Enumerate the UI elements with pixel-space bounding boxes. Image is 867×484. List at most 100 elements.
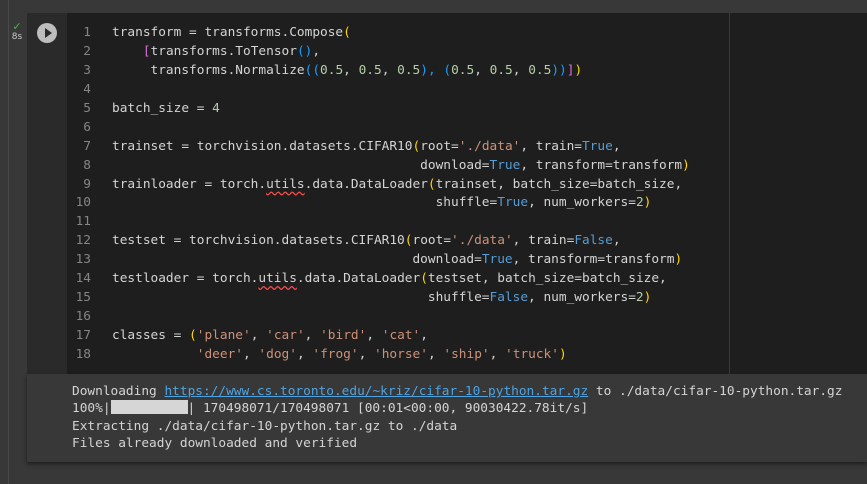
code-token: True (481, 252, 513, 268)
progress-stats: | 170498071/170498071 [00:01<00:00, 9003… (187, 401, 589, 417)
code-token: 0.5 (320, 62, 344, 78)
code-token: , (358, 346, 375, 362)
code-token: , (420, 328, 428, 343)
code-token: , (512, 62, 529, 78)
code-token: 0.5 (451, 62, 475, 78)
output-line-verified: Files already downloaded and verified (72, 435, 358, 451)
code-token: ) (643, 290, 652, 306)
code-token: , (381, 62, 398, 78)
execution-time: 8s (11, 32, 23, 42)
editor-ruler (729, 13, 730, 374)
code-line: 17 classes = ('plane', 'car', 'bird', 'ca… (67, 326, 690, 345)
code-token: batch_size = (112, 100, 213, 116)
code-token: './data' (451, 233, 513, 249)
code-line: 7 trainset = torchvision.datasets.CIFAR10… (67, 137, 690, 156)
code-token: .data.DataLoader (304, 176, 428, 192)
code-line: 8 download= True, transform=transform) (67, 156, 690, 175)
code-token: True (489, 157, 521, 173)
run-cell-button[interactable] (37, 23, 57, 43)
code-token: ( (420, 271, 428, 287)
code-line: 16 (67, 307, 690, 326)
code-token: 'ship' (443, 346, 490, 362)
code-token: ( (412, 138, 421, 154)
code-line: 4 (67, 80, 690, 99)
output-text: Downloading https://www.cs.toronto.edu/~… (72, 383, 842, 452)
code-token: transform = transforms.Compose (112, 25, 344, 40)
code-token: , train= (520, 138, 583, 154)
code-token: True (497, 195, 529, 211)
code-token: .data.DataLoader (296, 271, 421, 287)
left-divider (8, 0, 9, 484)
execution-status: ✓ 8s (9, 20, 25, 42)
code-token: 'deer' (196, 346, 243, 362)
code-token: 'car' (266, 328, 305, 343)
code-token: 'cat' (381, 328, 421, 343)
code-token: testset, batch_size=batch_size, (427, 271, 667, 287)
code-token: , (366, 328, 382, 343)
code-line: 9 trainloader = torch. utils .data.DataLoad… (67, 175, 690, 194)
code-token: shuffle= (112, 195, 498, 211)
code-token: ) (674, 252, 683, 268)
code-token: ( (343, 25, 351, 40)
line-number: 18 (75, 346, 91, 362)
code-token: , transform=transform (512, 252, 675, 268)
line-number: 4 (83, 81, 91, 97)
code-token: )) (551, 62, 567, 78)
code-token: 'dog' (258, 346, 297, 362)
code-line: 15 shuffle= False, num_workers= 2) (67, 288, 690, 307)
code-token: utils (266, 176, 305, 192)
output-text-suffix: to ./data/cifar-10-python.tar.gz (588, 384, 843, 399)
line-number: 11 (75, 214, 91, 230)
code-token: False (574, 233, 613, 249)
code-token: 0.5 (358, 62, 382, 78)
code-token: ] (566, 62, 575, 78)
progress-bar (110, 400, 188, 415)
output-line-download: Downloading https://www.cs.toronto.edu/~… (72, 383, 842, 400)
code-token: transforms.ToTensor (150, 43, 297, 59)
code-token: ( (404, 233, 413, 249)
code-token: 'horse' (374, 346, 428, 362)
code-token: , transform=transform (520, 157, 683, 173)
code-token: 'truck' (505, 346, 559, 362)
code-token: , (343, 62, 359, 78)
line-number: 8 (83, 157, 91, 173)
code-token: , (242, 346, 259, 362)
line-number: 6 (83, 119, 91, 135)
code-token: 4 (212, 100, 220, 116)
code-token: , num_workers= (528, 290, 636, 306)
check-icon: ✓ (12, 20, 22, 33)
code-token: shuffle= (112, 290, 490, 306)
code-token: False (489, 290, 529, 306)
code-line: 11 (67, 212, 690, 231)
code-line: 2 [transforms.ToTensor(), (67, 42, 690, 61)
code-token: transforms.Normalize (112, 62, 305, 78)
top-strip (0, 0, 867, 13)
code-token: , (427, 346, 444, 362)
line-number: 17 (75, 328, 91, 343)
code-line: 18 'deer', 'dog', 'frog', 'horse', 'ship… (67, 345, 690, 364)
code-token: , (250, 328, 267, 343)
code-token: ), ( (420, 62, 452, 78)
code-token: , (612, 233, 621, 249)
code-token: download= (112, 252, 482, 268)
code-token: , (489, 346, 506, 362)
line-number: 2 (83, 43, 91, 59)
code-token: utils (258, 271, 297, 287)
line-number: 1 (83, 25, 91, 40)
code-token: ) (574, 62, 583, 78)
code-line: 6 (67, 118, 690, 137)
line-number: 14 (75, 271, 91, 287)
code-token: testloader = torch. (112, 271, 259, 287)
code-token: True (582, 138, 613, 154)
download-link[interactable]: https://www.cs.toronto.edu/~kriz/cifar-1… (164, 384, 588, 399)
code-token: 'bird' (320, 328, 367, 343)
code-token: ) (558, 346, 567, 362)
code-token: 'frog' (312, 346, 359, 362)
code-token: 0.5 (397, 62, 421, 78)
code-token: 2 (635, 195, 644, 211)
line-number: 9 (83, 176, 91, 192)
code-line: 10 shuffle= True, num_workers= 2) (67, 193, 690, 212)
code-lines[interactable]: 1 transform = transforms.Compose(2 [trans… (67, 23, 690, 364)
code-token: ) (682, 157, 690, 173)
